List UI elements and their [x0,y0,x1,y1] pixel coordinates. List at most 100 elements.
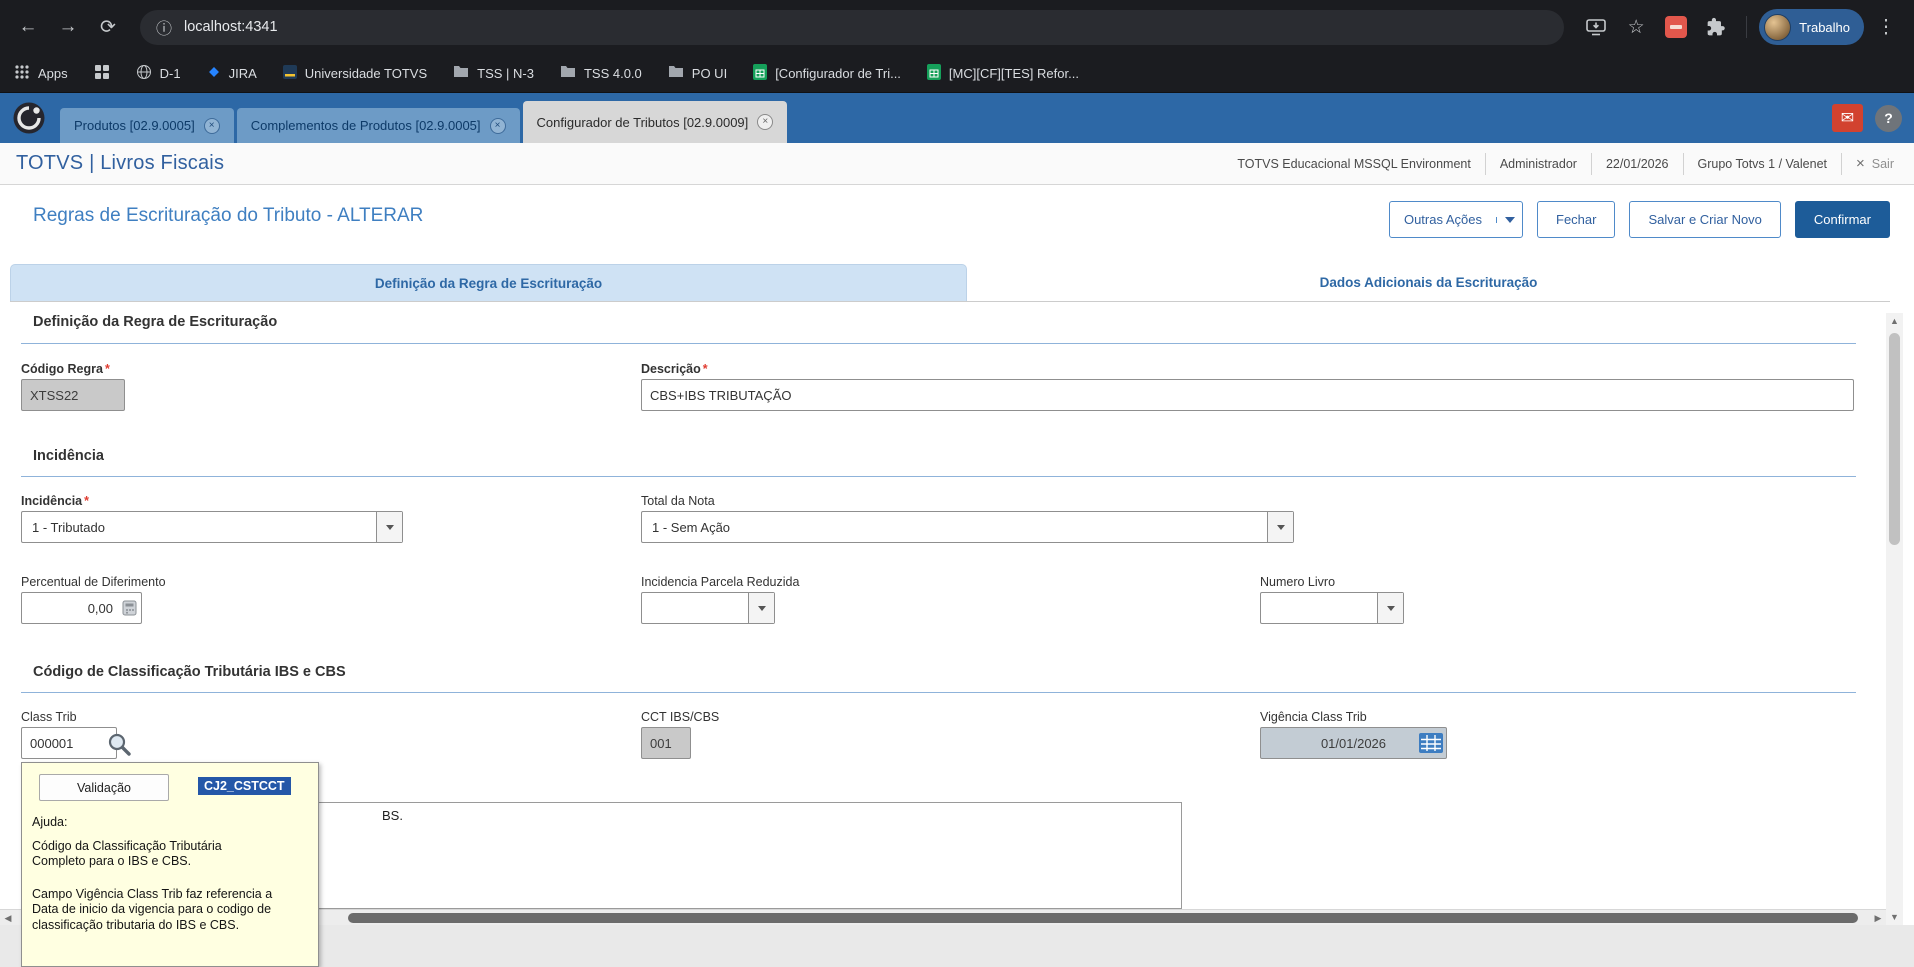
workspace-tab-configurador[interactable]: Configurador de Tributos [02.9.0009] × [522,101,788,143]
help-text-2: Campo Vigência Class Trib faz referencia… [32,887,273,932]
fechar-button[interactable]: Fechar [1537,201,1616,238]
environment-label: TOTVS Educacional MSSQL Environment [1237,156,1471,171]
vertical-scroll-thumb[interactable] [1889,333,1900,545]
required-marker: * [104,362,110,376]
vigencia-class-trib-label: Vigência Class Trib [1260,710,1367,724]
total-da-nota-select[interactable]: 1 - Sem Ação [641,511,1294,543]
textarea-text-fragment: BS. [382,808,403,823]
app-header: TOTVS | Livros Fiscais TOTVS Educacional… [0,143,1914,185]
incidencia-select[interactable]: 1 - Tributado [21,511,403,543]
cct-ibs-cbs-input[interactable] [641,727,691,759]
workspace-tab-complementos[interactable]: Complementos de Produtos [02.9.0005] × [236,108,520,143]
site-info-icon[interactable]: ⓘ [156,15,172,39]
chevron-down-icon[interactable] [1496,216,1522,223]
vertical-scrollbar[interactable]: ▲ ▼ [1886,313,1903,925]
codigo-regra-input[interactable] [21,379,125,411]
screen: ← → ⟳ ⓘ localhost:4341 ☆ Trabalho ⋮ Apps [0,0,1914,967]
menu-kebab-icon[interactable]: ⋮ [1868,9,1904,45]
tab-close-icon[interactable]: × [489,117,506,134]
bookmark-star-icon[interactable]: ☆ [1618,9,1654,45]
bookmarks-bar: Apps D-1 JIRA Universidade TOTVS TSS | N… [0,54,1914,93]
scroll-right-icon[interactable]: ▶ [1870,910,1886,926]
scroll-down-icon[interactable]: ▼ [1886,909,1903,925]
bookmark-apps[interactable]: Apps [14,64,68,83]
profile-chip[interactable]: Trabalho [1759,9,1864,45]
horizontal-scroll-thumb[interactable] [348,913,1858,923]
pinned-extension-icon[interactable] [1665,16,1688,38]
workspace-tabbar: Produtos [02.9.0005] × Complementos de P… [0,93,1914,143]
incidencia-parcela-reduzida-select[interactable] [641,592,775,624]
scroll-up-icon[interactable]: ▲ [1886,313,1903,329]
calculator-icon[interactable] [122,600,138,616]
workspace-tab-produtos[interactable]: Produtos [02.9.0005] × [60,108,234,143]
exit-x-icon: × [1856,155,1865,172]
class-trib-input[interactable] [21,727,117,759]
apps-grid-icon [14,64,30,83]
bookmark-tss-n3[interactable]: TSS | N-3 [453,65,534,81]
tab-close-icon[interactable]: × [757,114,774,130]
confirmar-button[interactable]: Confirmar [1794,201,1890,238]
refresh-icon[interactable]: ⟳ [90,9,126,45]
page-actions: Outras Ações Fechar Salvar e Criar Novo … [1388,201,1890,238]
bookmark-po-ui[interactable]: PO UI [668,65,727,81]
tab-dados-adicionais[interactable]: Dados Adicionais da Escrituração [967,264,1890,301]
jira-icon [207,65,221,82]
globe-icon [136,64,152,83]
search-lookup-icon[interactable] [106,731,132,757]
validacao-button[interactable]: Validação [39,774,169,801]
chevron-down-icon[interactable] [376,512,402,542]
bookmark-tss-400[interactable]: TSS 4.0.0 [560,65,642,81]
chevron-down-icon[interactable] [1377,593,1403,623]
bookmark-jira[interactable]: JIRA [207,65,257,82]
url-text: localhost:4341 [184,19,278,35]
section-divider [21,476,1856,477]
help-icon[interactable]: ? [1875,104,1902,132]
exit-button[interactable]: × Sair [1841,152,1908,175]
page-title: Regras de Escrituração do Tributo - ALTE… [33,205,424,226]
form-tabstrip: Definição da Regra de Escrituração Dados… [10,264,1890,302]
back-icon[interactable]: ← [10,9,46,45]
section-classificacao-title: Código de Classificação Tributária IBS e… [33,664,346,680]
bookmark-d1[interactable]: D-1 [136,64,181,83]
codigo-regra-label: Código Regra * [21,362,110,376]
scroll-left-icon[interactable]: ◀ [0,910,16,926]
spreadsheet-icon [753,63,768,83]
main-content: Regras de Escrituração do Tributo - ALTE… [0,185,1914,967]
bookmark-mc-cf-tes[interactable]: [MC][CF][TES] Refor... [926,63,1079,83]
field-code-badge: CJ2_CSTCCT [198,777,291,795]
incidencia-label: Incidência * [21,494,90,508]
bookmark-configurador[interactable]: [Configurador de Tri... [753,63,901,83]
section-definicao-title: Definição da Regra de Escrituração [33,314,278,330]
required-marker: * [702,362,708,376]
group-label: Grupo Totvs 1 / Valenet [1682,152,1841,175]
salvar-criar-novo-button[interactable]: Salvar e Criar Novo [1629,201,1781,238]
outras-acoes-button[interactable]: Outras Ações [1388,201,1524,238]
folder-icon [453,65,469,81]
install-app-icon[interactable] [1578,9,1614,45]
profile-name: Trabalho [1799,19,1850,35]
forward-icon[interactable]: → [50,9,86,45]
field-help-tooltip: Validação CJ2_CSTCCT Ajuda: Código da Cl… [21,762,319,967]
bookmark-universidade-totvs[interactable]: Universidade TOTVS [282,64,427,82]
section-incidencia-title: Incidência [33,448,104,464]
chevron-down-icon[interactable] [1267,512,1293,542]
section-divider [21,343,1856,344]
descricao-input[interactable] [641,379,1854,411]
numero-livro-select[interactable] [1260,592,1404,624]
folder-icon [560,65,576,81]
chevron-down-icon[interactable] [748,593,774,623]
extensions-puzzle-icon[interactable] [1698,9,1734,45]
required-marker: * [84,494,90,508]
app-title: TOTVS | Livros Fiscais [16,152,225,174]
percentual-diferimento-label: Percentual de Diferimento [21,575,166,589]
tab-close-icon[interactable]: × [203,117,220,134]
calendar-icon[interactable] [1419,733,1443,753]
tab-definicao-regra[interactable]: Definição da Regra de Escrituração [10,264,967,301]
messages-envelope-icon[interactable]: ✉ [1832,104,1863,132]
bookmark-grid-shortcut[interactable] [94,64,110,83]
toolbar-divider [1746,16,1748,38]
numero-livro-label: Numero Livro [1260,575,1336,589]
address-bar[interactable]: ⓘ localhost:4341 [140,9,1565,45]
grid-icon [94,64,110,83]
browser-toolbar: ← → ⟳ ⓘ localhost:4341 ☆ Trabalho ⋮ [0,0,1914,54]
